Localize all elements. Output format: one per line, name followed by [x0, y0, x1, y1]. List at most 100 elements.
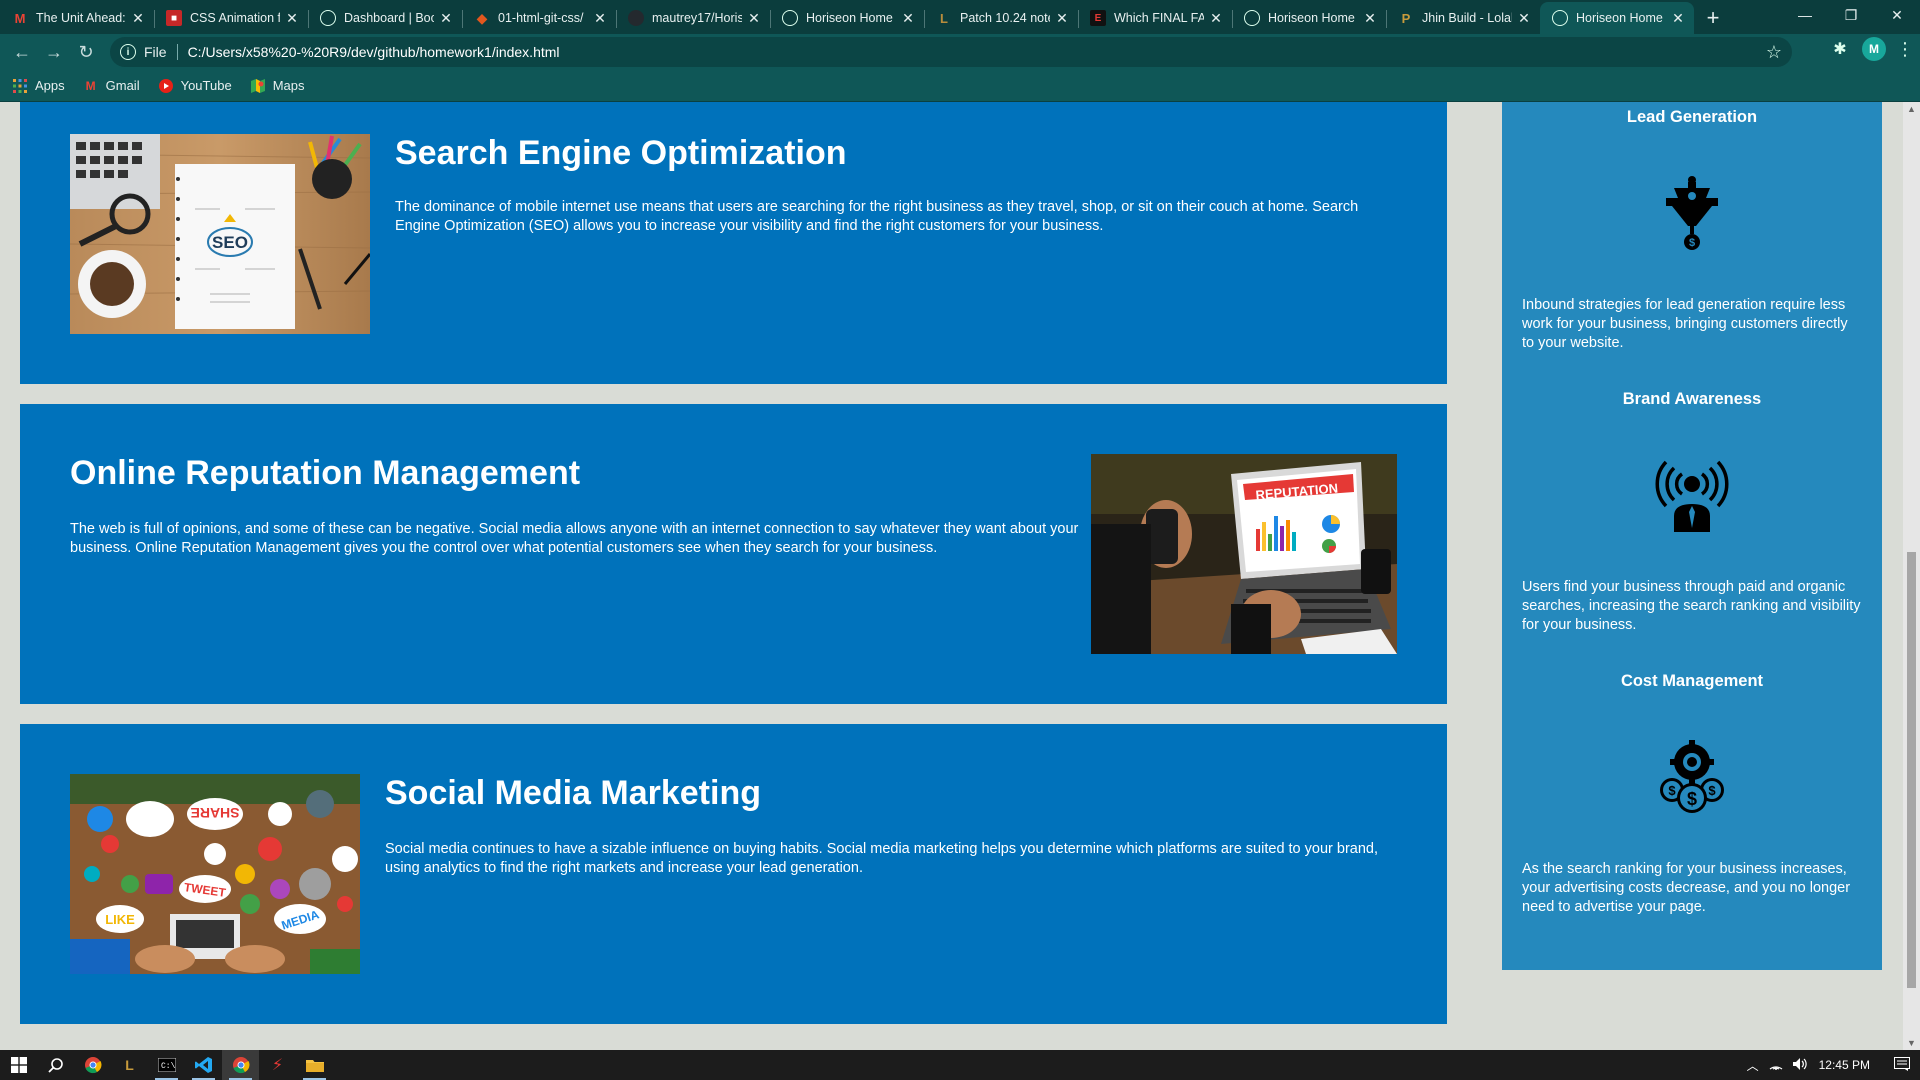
new-tab-button[interactable]: + — [1698, 3, 1728, 33]
bookmark-label: Apps — [35, 78, 65, 93]
close-tab-icon[interactable]: ✕ — [130, 10, 146, 26]
file-explorer-icon[interactable] — [296, 1050, 333, 1080]
browser-tab[interactable]: ◆ 01-html-git-css/ ✕ — [462, 2, 616, 34]
seo-text: The dominance of mobile internet use mea… — [395, 199, 1359, 234]
reload-icon[interactable]: ↻ — [70, 36, 102, 68]
social-like-label: LIKE — [105, 912, 135, 927]
bookmark-gmail[interactable]: M Gmail — [83, 78, 140, 94]
browser-tab-active[interactable]: Horiseon Home ✕ — [1540, 2, 1694, 34]
lead-generation-text: Inbound strategies for lead generation r… — [1522, 297, 1848, 351]
browser-tab[interactable]: M The Unit Ahead: ✕ — [0, 2, 154, 34]
svg-text:$: $ — [1708, 783, 1716, 798]
social-media-text: Social media continues to have a sizable… — [385, 841, 1379, 876]
forward-icon[interactable]: → — [38, 36, 70, 68]
browser-tab[interactable]: mautrey17/Horis ✕ — [616, 2, 770, 34]
globe-favicon-icon — [1552, 10, 1568, 26]
browser-tab[interactable]: E Which FINAL FA ✕ — [1078, 2, 1232, 34]
benefits-sidebar: Lead Generation $ Inbound strategies for… — [1502, 102, 1882, 970]
notifications-icon[interactable] — [1894, 1056, 1910, 1074]
scroll-up-arrow-icon[interactable]: ▲ — [1907, 104, 1916, 114]
tab-title: Dashboard | Boo — [344, 11, 434, 25]
system-tray: ︿ 12:45 PM — [1747, 1050, 1920, 1080]
brand-awareness-icon — [1655, 460, 1729, 532]
network-icon[interactable] — [1769, 1058, 1783, 1073]
browser-tab[interactable]: Horiseon Home ✕ — [770, 2, 924, 34]
close-tab-icon[interactable]: ✕ — [900, 10, 916, 26]
seo-heading: Search Engine Optimization — [395, 134, 847, 172]
browser-tab[interactable]: L Patch 10.24 note ✕ — [924, 2, 1078, 34]
terminal-icon[interactable]: C:\ — [148, 1050, 185, 1080]
bookmarks-bar: Apps M Gmail YouTube Maps — [0, 70, 1920, 102]
close-window-icon[interactable]: ✕ — [1874, 0, 1920, 30]
bookmark-label: Gmail — [105, 78, 140, 93]
league-favicon-icon: L — [940, 10, 948, 26]
tab-title: Horiseon Home — [1268, 11, 1355, 25]
url-text[interactable]: C:/Users/x58%20-%20R9/dev/github/homewor… — [188, 44, 560, 60]
extensions-puzzle-icon[interactable]: ✱ — [1828, 39, 1852, 59]
bookmark-apps[interactable]: Apps — [12, 78, 65, 94]
bookmark-maps[interactable]: Maps — [250, 78, 305, 94]
volume-icon[interactable] — [1792, 1057, 1809, 1073]
profile-avatar[interactable]: M — [1862, 37, 1886, 61]
reputation-image: REPUTATION — [1091, 454, 1397, 654]
bookmark-youtube[interactable]: YouTube — [158, 78, 232, 94]
chrome-icon[interactable] — [74, 1050, 111, 1080]
menu-kebab-icon[interactable]: ⋮ — [1896, 39, 1914, 60]
search-icon[interactable] — [37, 1050, 74, 1080]
windows-taskbar: L C:\ ⚡ ︿ 12:45 PM — [0, 1050, 1920, 1080]
minimize-icon[interactable]: — — [1782, 0, 1828, 30]
restore-icon[interactable]: ❐ — [1828, 0, 1874, 30]
brand-awareness-text: Users find your business through paid an… — [1522, 579, 1861, 633]
close-tab-icon[interactable]: ✕ — [592, 10, 608, 26]
league-client-icon[interactable]: L — [111, 1050, 148, 1080]
gitlab-favicon-icon: ◆ — [476, 9, 488, 26]
social-media-heading: Social Media Marketing — [385, 774, 761, 812]
start-button[interactable] — [0, 1050, 37, 1080]
browser-tab[interactable]: P Jhin Build - Lolal ✕ — [1386, 2, 1540, 34]
tab-title: Horiseon Home — [1576, 11, 1663, 25]
cost-management-icon: $ $ $ — [1660, 740, 1724, 813]
reputation-card: Online Reputation Management The web is … — [20, 404, 1447, 704]
youtube-icon — [158, 78, 174, 94]
browser-tab[interactable]: Horiseon Home ✕ — [1232, 2, 1386, 34]
vscode-icon[interactable] — [185, 1050, 222, 1080]
chrome-running-icon[interactable] — [222, 1050, 259, 1080]
github-favicon-icon — [628, 10, 644, 26]
bookmark-label: Maps — [272, 78, 305, 93]
close-tab-icon[interactable]: ✕ — [746, 10, 762, 26]
address-bar[interactable]: i File C:/Users/x58%20-%20R9/dev/github/… — [110, 37, 1792, 67]
page-viewport: SEO Search Engine Optimization The domin… — [0, 102, 1920, 1050]
close-tab-icon[interactable]: ✕ — [1670, 10, 1686, 26]
browser-tab[interactable]: ■ CSS Animation fo ✕ — [154, 2, 308, 34]
seo-image: SEO — [70, 134, 370, 334]
page-favicon-icon: ■ — [166, 10, 182, 26]
cost-management-heading: Cost Management — [1620, 672, 1764, 690]
close-tab-icon[interactable]: ✕ — [1208, 10, 1224, 26]
site-info-icon[interactable]: i — [120, 44, 136, 60]
tab-title: Patch 10.24 note — [960, 11, 1050, 25]
gmail-icon: M — [85, 78, 96, 93]
close-tab-icon[interactable]: ✕ — [1516, 10, 1532, 26]
tab-strip: M The Unit Ahead: ✕ ■ CSS Animation fo ✕… — [0, 0, 1920, 34]
scroll-down-arrow-icon[interactable]: ▼ — [1907, 1038, 1916, 1048]
divider — [176, 44, 178, 60]
tab-title: Jhin Build - Lolal — [1422, 11, 1512, 25]
close-tab-icon[interactable]: ✕ — [1054, 10, 1070, 26]
seo-image-label: SEO — [212, 233, 248, 252]
bookmark-star-icon[interactable]: ☆ — [1766, 42, 1782, 63]
browser-tab[interactable]: Dashboard | Boo ✕ — [308, 2, 462, 34]
close-tab-icon[interactable]: ✕ — [438, 10, 454, 26]
scroll-thumb[interactable] — [1907, 552, 1916, 988]
lead-generation-heading: Lead Generation — [1626, 108, 1758, 126]
page-scrollbar[interactable]: ▲ ▼ — [1903, 102, 1920, 1050]
url-scheme: File — [144, 44, 167, 60]
social-share-label: SHARE — [190, 805, 239, 821]
gmail-favicon-icon: M — [14, 10, 26, 26]
globe-favicon-icon — [320, 10, 336, 26]
close-tab-icon[interactable]: ✕ — [284, 10, 300, 26]
power-app-icon[interactable]: ⚡ — [259, 1050, 296, 1080]
tray-overflow-chevron-icon[interactable]: ︿ — [1747, 1057, 1759, 1074]
back-icon[interactable]: ← — [6, 36, 38, 68]
close-tab-icon[interactable]: ✕ — [1362, 10, 1378, 26]
clock-time[interactable]: 12:45 PM — [1819, 1058, 1870, 1072]
